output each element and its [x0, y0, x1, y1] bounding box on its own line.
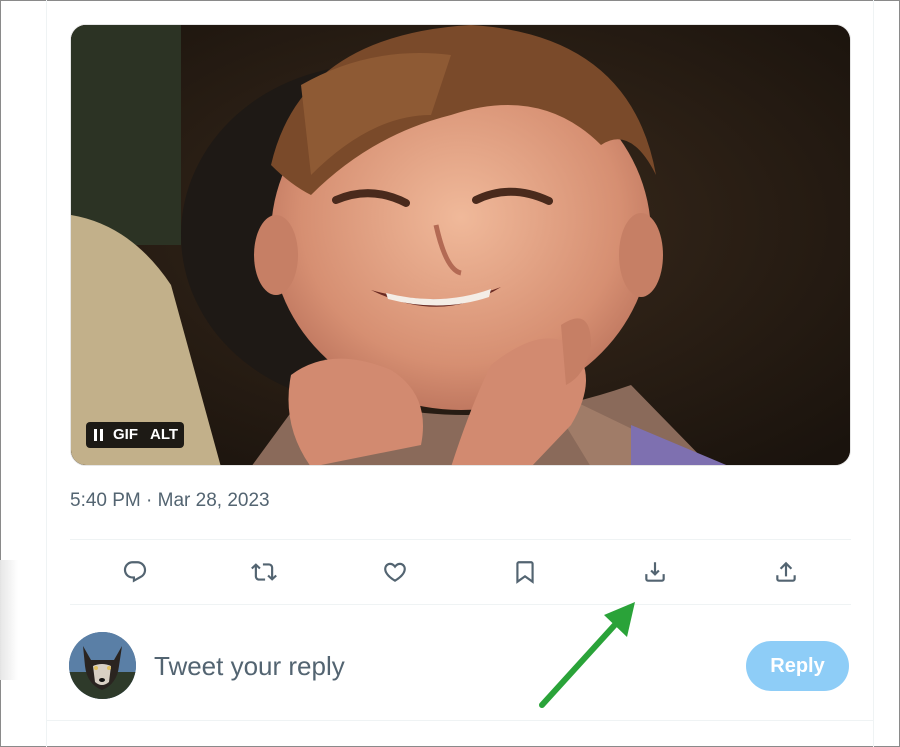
pause-button[interactable] [86, 422, 107, 448]
share-icon [776, 561, 796, 582]
divider [46, 720, 874, 721]
retweet-button[interactable] [245, 553, 283, 591]
pause-icon [94, 429, 103, 441]
reply-button[interactable] [116, 553, 154, 591]
bookmark-button[interactable] [506, 553, 544, 591]
annotation-arrow [539, 602, 635, 708]
gif-frame-image [71, 25, 850, 465]
bookmark-icon [516, 561, 534, 584]
tweet-timestamp[interactable]: 5:40 PM · Mar 28, 2023 [70, 490, 270, 512]
tweet-action-bar [70, 540, 851, 604]
edge-shadow [0, 560, 18, 680]
alt-badge[interactable]: ALT [144, 422, 184, 448]
gif-badges: GIF ALT [86, 422, 185, 448]
user-avatar[interactable] [69, 632, 136, 699]
download-icon [645, 562, 665, 582]
download-button[interactable] [636, 553, 674, 591]
like-button[interactable] [376, 553, 414, 591]
heart-icon [384, 562, 406, 582]
tweet-gif-media[interactable] [70, 24, 851, 466]
wolf-avatar-image [69, 632, 136, 699]
reply-submit-button[interactable]: Reply [746, 641, 849, 691]
gif-badge: GIF [113, 426, 138, 443]
share-button[interactable] [767, 553, 805, 591]
divider [70, 604, 851, 605]
comment-icon [123, 561, 147, 583]
retweet-icon [251, 563, 277, 581]
